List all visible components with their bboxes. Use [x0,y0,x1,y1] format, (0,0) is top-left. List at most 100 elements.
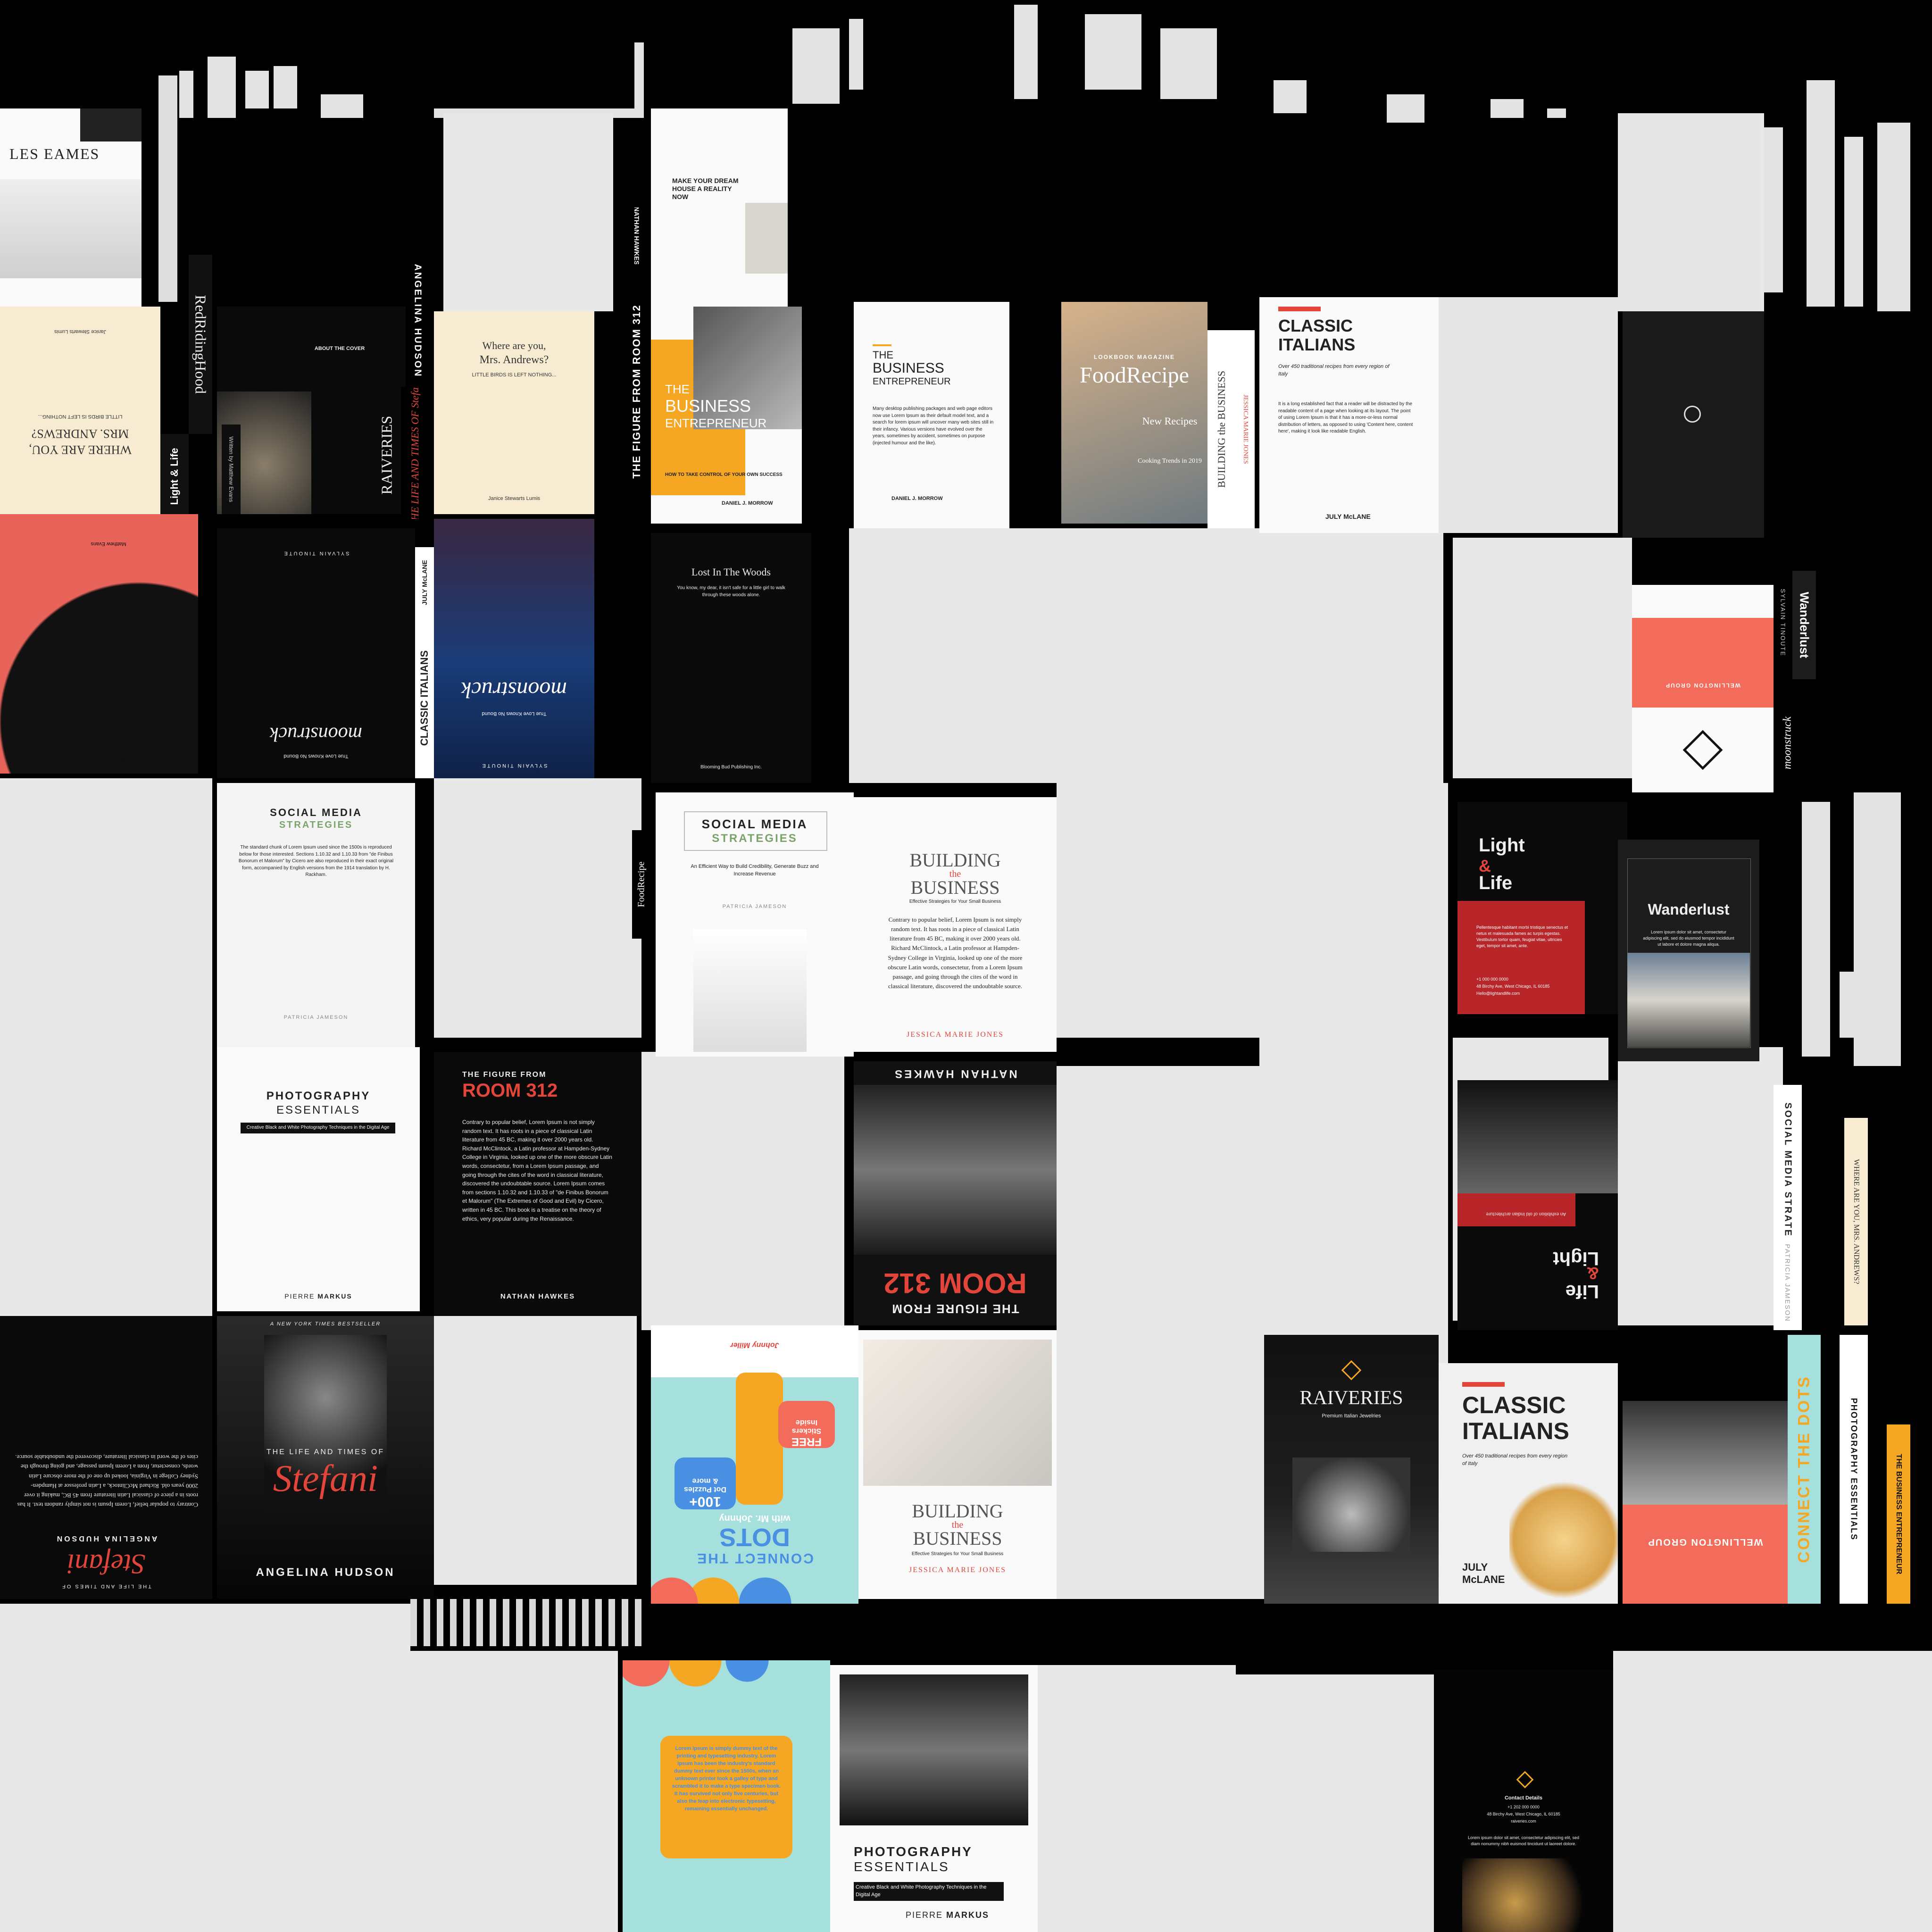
classic-italians-front[interactable]: CLASSIC ITALIANS Over 450 traditional re… [1439,1363,1618,1604]
spine-wanderlust[interactable]: Wanderlust [1792,571,1816,679]
section-heading: ABOUT THE COVER [314,346,365,351]
connect-dots-cover[interactable]: Johnny Miller CONNECT THE DOTS with Mr. … [651,1325,858,1604]
building-business-front[interactable]: BUILDING the BUSINESS Effective Strategi… [858,1330,1057,1599]
book-title: Stefani [273,1458,378,1499]
classic-italians-back[interactable]: CLASSIC ITALIANS Over 450 traditional re… [1259,297,1439,533]
mrs-andrews-back-cover[interactable]: WHERE ARE YOU, MRS. ANDREWS? LITTLE BIRD… [0,307,160,514]
mrs-andrews-front-cover[interactable]: Where are you, Mrs. Andrews? LITTLE BIRD… [434,311,594,514]
building-business-back[interactable]: BUILDING the BUSINESS Effective Strategi… [854,797,1057,1052]
spine-foodrecipe[interactable]: FoodRecipe [632,830,651,939]
spine-written-by[interactable]: Written by Matthew Evans [222,425,241,514]
spine-photography[interactable]: PHOTOGRAPHY ESSENTIALS [1840,1335,1868,1604]
spine-title: JULY McLANE [421,560,428,605]
spine-patricia[interactable]: PATRICIA JAMESON [1774,1236,1802,1330]
spine-red-riding-hood[interactable]: RedRidingHood [189,255,212,434]
badge-stickers-label: Stickers [791,1427,822,1435]
subtitle: Over 450 traditional recipes from every … [1278,364,1390,377]
title-line-2: BUSINESS [873,360,944,376]
moonstruck-front-cover[interactable]: moonstruck True Love Knows No Bound SYLV… [434,519,594,778]
spine-title: RedRidingHood [192,295,209,394]
spine-connect-dots[interactable]: CONNECT THE DOTS [1788,1335,1821,1604]
spine-business-ent[interactable]: THE BUSINESS ENTREPRENEUR [1887,1424,1910,1604]
address: 48 Birchy Ave, West Chicago, IL 60185 [1476,984,1550,989]
business-entrepreneur-front[interactable]: THE BUSINESS ENTREPRENEUR HOW TO TAKE CO… [651,307,802,524]
wellington-group-cover[interactable]: WELLINGTON GROUP [1632,585,1774,792]
spine-jessica[interactable]: JESSICA MARIE JONES [1236,330,1255,528]
moonstruck-back-cover[interactable]: moonstruck True Love Knows No Bound SYLV… [217,528,415,778]
connect-dots-back[interactable]: Lorem Ipsum is simply dummy text of the … [623,1660,830,1932]
foodrecipe-cover[interactable]: LOOKBOOK MAGAZINE FoodRecipe New Recipes… [1061,302,1208,524]
author: DANIEL J. MORROW [891,496,943,501]
book-title: WHERE ARE YOU, MRS. ANDREWS? [29,427,132,457]
light-life-cover[interactable]: Light & Life Pellentesque habitant morbi… [1457,802,1627,1014]
lost-in-woods-cover[interactable]: Lost In The Woods You know, my dear, it … [651,533,811,783]
website: raiveries.com [1511,1819,1536,1824]
social-media-front[interactable]: SOCIAL MEDIA STRATEGIES An Efficient Way… [656,792,854,1057]
spine-moonstruck[interactable]: moonstruck [1774,689,1802,797]
stefani-back[interactable]: THE LIFE AND TIMES OF Stefani ANGELINA H… [0,1316,212,1599]
with-text: with Mr. Johnny [719,1513,791,1524]
red-accent [1462,1382,1505,1387]
spine-title: SYLVAIN TINOUTE [1779,589,1787,657]
blank-book-1[interactable] [1618,113,1759,311]
photography-back[interactable]: PHOTOGRAPHY ESSENTIALS Creative Black an… [217,1047,420,1311]
spine-nathan[interactable]: NATHAN HAWKES [627,208,646,264]
spine-classic[interactable]: CLASSIC ITALIANS [415,618,434,778]
spine-title: Written by Matthew Evans [228,436,234,502]
title-amp: & [1587,1264,1599,1283]
pattern-strip [410,1599,641,1646]
spine-july[interactable]: JULY McLANE [415,547,434,618]
wellington-group-front[interactable]: WELLINGTON GROUP [1623,1401,1788,1604]
room312-back[interactable]: THE FIGURE FROM ROOM 312 Contrary to pop… [434,1052,641,1316]
badge-extra: & more [692,1477,718,1485]
desk-photo [863,1340,1052,1486]
title-line-2: Life [1479,873,1513,893]
spine-light-life[interactable]: Light & Life [160,434,189,519]
spine-mrs-andrews[interactable]: WHERE ARE YOU, MRS. ANDREWS? [1844,1118,1868,1325]
subtitle: True Love Knows No Bound [482,711,547,716]
author-last: MARKUS [946,1910,990,1920]
raiveries-back[interactable]: Contact Details +1 202 000 0000 48 Birch… [1434,1670,1613,1932]
spine-title: ANGELINA HUDSON [412,264,423,378]
title-line-1: CONNECT THE [696,1550,814,1566]
kicker: THE LIFE AND TIMES OF [61,1583,151,1589]
business-entrepreneur-back[interactable]: THE BUSINESS ENTREPRENEUR Many desktop p… [854,302,1009,528]
title-line-1: BUILDING [912,1500,1003,1522]
author: PIERRE MARKUS [906,1910,989,1920]
spine-sylvain[interactable]: SYLVAIN TINOUTE [1774,557,1792,689]
subtitle: New Recipes [1142,415,1198,427]
author: ANGELINA HUDSON [256,1566,395,1579]
dark-logo-book[interactable] [1623,311,1764,538]
room312-front[interactable]: NATHAN HAWKES THE FIGURE FROM ROOM 312 [854,1061,1057,1325]
spine-angelina[interactable]: ANGELINA HUDSON [406,255,429,387]
author: JULY McLANE [1325,513,1371,520]
raiveries-cover[interactable]: RAIVERIES Premium Italian Jewelries [1264,1335,1439,1604]
title-line-2: BUSINESS [665,396,751,416]
title-line-1: PHOTOGRAPHY [266,1090,371,1102]
spine-title: PHOTOGRAPHY ESSENTIALS [1849,1398,1859,1541]
photography-front[interactable]: PHOTOGRAPHY ESSENTIALS Creative Black an… [830,1665,1038,1932]
badge-free: FREE [791,1435,822,1448]
dream-house-cover[interactable]: MAKE YOUR DREAM HOUSE A REALITY NOW [651,108,788,307]
title-line-1: PHOTOGRAPHY [854,1844,973,1859]
author: PATRICIA JAMESON [722,904,787,909]
spine-room312[interactable]: THE FIGURE FROM ROOM 312 [623,255,651,528]
les-eames-cover[interactable]: LES EAMES [0,108,142,307]
blank-book-2[interactable] [1439,297,1618,533]
wanderlust-cover[interactable]: Wanderlust Lorem ipsum dolor sit amet, c… [1618,840,1759,1061]
book-title: Stefani [67,1549,146,1580]
light-life-back[interactable]: An exhibition of old Indian architecture… [1457,1080,1618,1330]
title-line-1: SOCIAL MEDIA [270,807,362,818]
company-group-text: GROUP [1665,682,1691,689]
author: PATRICIA JAMESON [283,1015,349,1020]
spine-building[interactable]: BUILDING the BUSINESS [1208,330,1236,528]
spine-title: CONNECT THE DOTS [1795,1375,1813,1563]
social-media-back[interactable]: SOCIAL MEDIA STRATEGIES The standard chu… [217,783,415,1047]
book-title: moonstruck [461,677,567,702]
author: NATHAN HAWKES [500,1292,575,1300]
spine-title: THE LIFE AND TIMES OF Stefani [409,387,421,519]
red-riding-hood-cover[interactable]: Red Riding Hood Lost In The Woods Bloomi… [0,514,198,774]
spine-stefani[interactable]: THE LIFE AND TIMES OF Stefani [401,387,429,519]
spine-raiveries[interactable]: RAIVERIES [373,396,401,514]
stefani-front[interactable]: A NEW YORK TIMES BESTSELLER THE LIFE AND… [217,1316,434,1599]
